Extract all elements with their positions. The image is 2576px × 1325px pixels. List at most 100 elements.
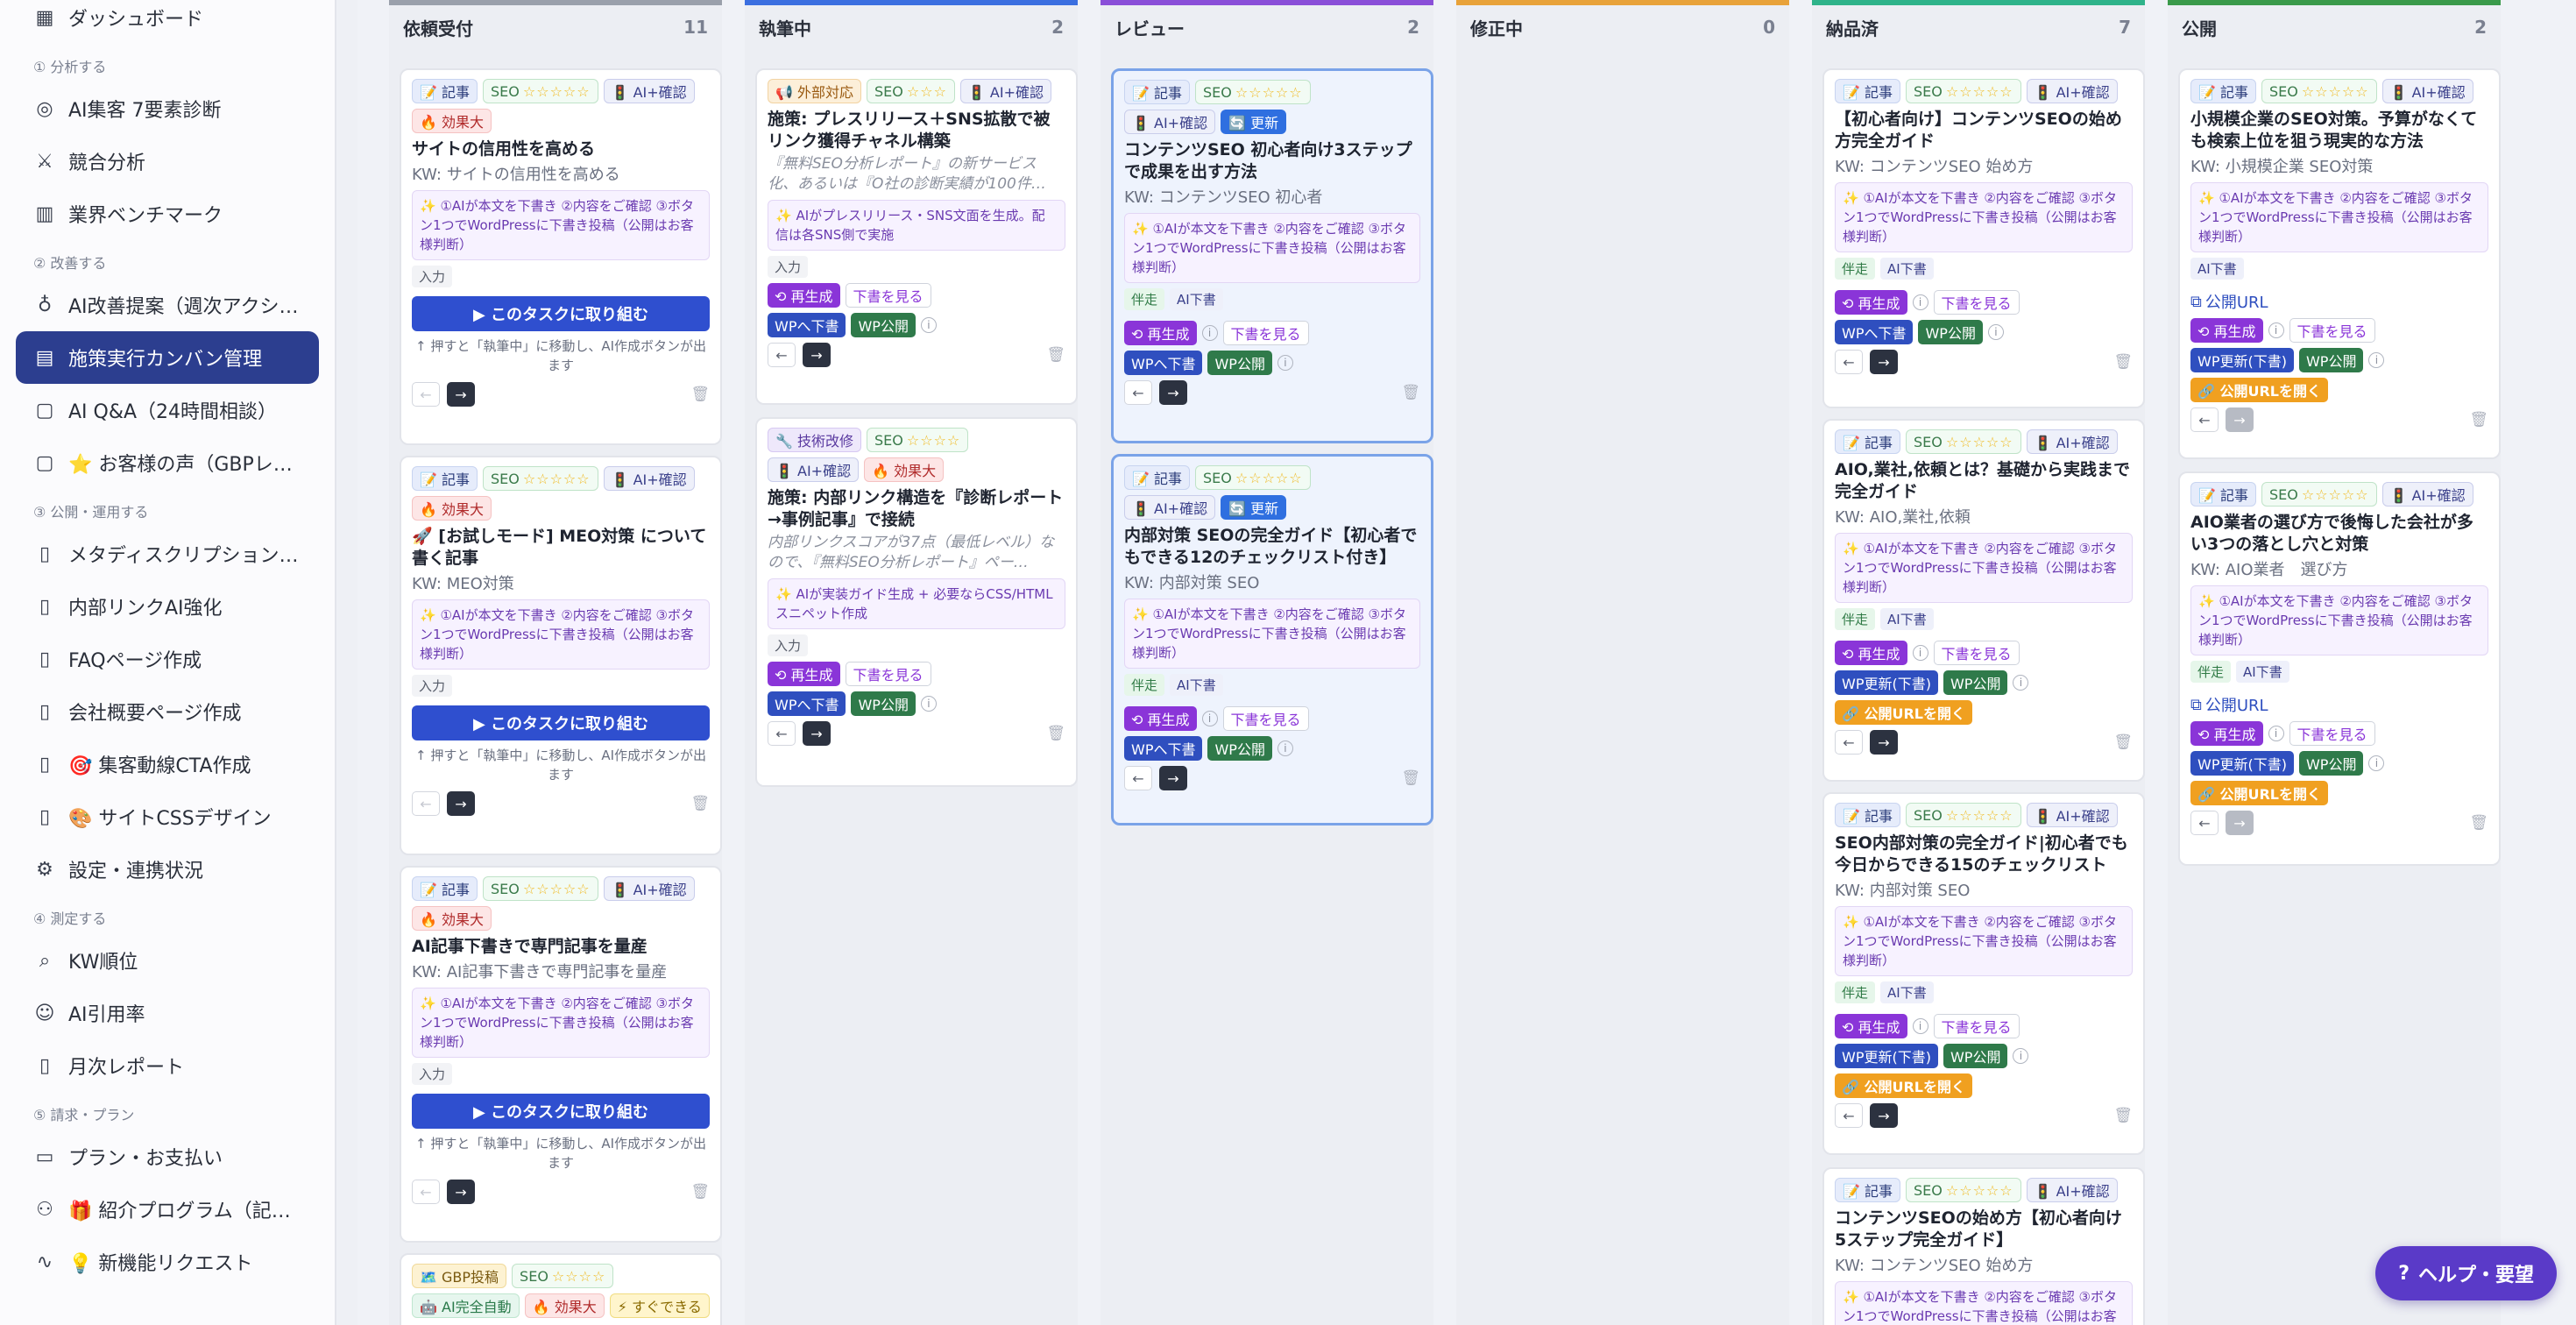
task-card[interactable]: 📝 記事 SEO ☆☆☆☆☆ 🚦 AI+確認 【初心者向け】コンテンツSEOの始め方完… [1822,68,2145,408]
wp-publish-button[interactable]: WP公開 [1207,351,1272,375]
trash-icon[interactable]: 🗑 [690,795,710,812]
trash-icon[interactable]: 🗑 [1046,725,1065,742]
move-left-button[interactable]: ← [768,343,796,367]
move-right-button[interactable]: → [447,791,475,816]
trash-icon[interactable]: 🗑 [2469,814,2488,832]
view-draft-button[interactable]: 下書を見る [1222,321,1309,345]
open-url-button[interactable]: 🔗 公開URLを開く [2190,781,2329,805]
move-right-button[interactable]: → [447,382,475,407]
trash-icon[interactable]: 🗑 [1401,384,1420,401]
regenerate-button[interactable]: ⟲ 再生成 [2190,318,2263,343]
wp-update-button[interactable]: WP更新(下書) [2190,751,2294,776]
trash-icon[interactable]: 🗑 [2113,733,2133,751]
wp-draft-button[interactable]: WPへ下書 [1124,736,1203,761]
view-draft-button[interactable]: 下書を見る [2289,318,2375,343]
sidebar-item-settings[interactable]: ⚙ 設定・連携状況 [16,843,319,896]
info-icon[interactable]: i [2013,675,2029,691]
sidebar-item-monthly-report[interactable]: ▯ 月次レポート [16,1039,319,1092]
info-icon[interactable]: i [1277,740,1293,756]
info-icon[interactable]: i [2013,1048,2029,1064]
sidebar-item-qa[interactable]: ▢ AI Q&A（24時間相談） [16,384,319,436]
wp-draft-button[interactable]: WPへ下書 [1835,320,1914,344]
wp-publish-button[interactable]: WP公開 [1943,670,2008,695]
regenerate-button[interactable]: ⟲ 再生成 [768,283,840,308]
task-card[interactable]: 📝 記事 SEO ☆☆☆☆☆ 🚦 AI+確認 AIO業者の選び方で後悔した会社が多い3… [2178,471,2501,866]
task-card[interactable]: 📝 記事 SEO ☆☆☆☆☆ 🚦 AI+確認 🔄 更新 内部対策 SEOの完全ガイド【… [1111,454,1433,825]
info-icon[interactable]: i [1201,325,1218,341]
info-icon[interactable]: i [2368,755,2385,771]
task-card[interactable]: 📢 外部対応 SEO ☆☆☆ 🚦 AI+確認 施策: プレスリリース＋SNS拡散で被リ… [755,68,1078,405]
sidebar-item-kw-rank[interactable]: ⌕ KW順位 [16,934,319,987]
move-right-button[interactable]: → [1159,766,1187,790]
sidebar-item-css[interactable]: ▯ 🎨 サイトCSSデザイン [16,790,319,843]
move-left-button[interactable]: ← [1124,766,1152,790]
sidebar-item-feature-request[interactable]: ∿ 💡 新機能リクエスト [16,1236,319,1288]
info-icon[interactable]: i [1201,711,1218,726]
move-right-button[interactable]: → [1870,350,1898,374]
sidebar-item-diagnosis[interactable]: ◎ AI集客 7要素診断 [16,82,319,135]
start-task-button[interactable]: ▶ このタスクに取り組む [412,296,710,331]
move-left-button[interactable]: ← [2190,407,2219,432]
info-icon[interactable]: i [2368,352,2385,368]
info-icon[interactable]: i [1912,645,1928,661]
sidebar-item-suggestions[interactable]: ♁ AI改善提案（週次アクショ… [16,279,319,331]
move-right-button[interactable]: → [803,343,831,367]
regenerate-button[interactable]: ⟲ 再生成 [1835,290,1907,315]
view-draft-button[interactable]: 下書を見る [1933,290,2020,315]
move-left-button[interactable]: ← [412,382,440,407]
move-right-button[interactable]: → [2226,811,2254,835]
sidebar-item-referral[interactable]: ⚇ 🎁 紹介プログラム（記事1… [16,1183,319,1236]
open-url-button[interactable]: 🔗 公開URLを開く [1835,1073,1973,1098]
task-card[interactable]: 🗺️ GBP投稿 SEO ☆☆☆☆ 🤖 AI完全自動 🔥 効果大 ⚡ すぐできる [400,1253,722,1325]
task-card[interactable]: 📝 記事 SEO ☆☆☆☆☆ 🚦 AI+確認 コンテンツSEOの始め方【初心者向け5ス… [1822,1167,2145,1325]
sidebar-item-competitor[interactable]: ⚔ 競合分析 [16,135,319,188]
open-url-button[interactable]: 🔗 公開URLを開く [2190,378,2329,402]
trash-icon[interactable]: 🗑 [2469,411,2488,429]
help-button[interactable]: ? ヘルプ・要望 [2375,1246,2557,1300]
sidebar-item-cta[interactable]: ▯ 🎯 集客動線CTA作成 [16,738,319,790]
move-left-button[interactable]: ← [2190,811,2219,835]
info-icon[interactable]: i [1912,1018,1928,1034]
sidebar-item-internal-link[interactable]: ▯ 内部リンクAI強化 [16,580,319,633]
trash-icon[interactable]: 🗑 [1046,346,1065,364]
wp-publish-button[interactable]: WP公開 [2298,751,2364,776]
move-left-button[interactable]: ← [412,1180,440,1204]
move-right-button[interactable]: → [803,721,831,746]
trash-icon[interactable]: 🗑 [690,1183,710,1201]
start-task-button[interactable]: ▶ このタスクに取り組む [412,1094,710,1129]
info-icon[interactable]: i [920,696,937,712]
view-draft-button[interactable]: 下書を見る [845,283,931,308]
regenerate-button[interactable]: ⟲ 再生成 [1835,641,1907,665]
move-right-button[interactable]: → [447,1180,475,1204]
info-icon[interactable]: i [1987,324,2004,340]
info-icon[interactable]: i [2268,322,2284,338]
move-left-button[interactable]: ← [1124,380,1152,405]
public-url-link[interactable]: ⧉ 公開URL [2190,290,2488,313]
move-left-button[interactable]: ← [768,721,796,746]
view-draft-button[interactable]: 下書を見る [2289,721,2375,746]
start-task-button[interactable]: ▶ このタスクに取り組む [412,705,710,740]
task-card[interactable]: 📝 記事 SEO ☆☆☆☆☆ 🚦 AI+確認 🔄 更新 コンテンツSEO 初心者向け3… [1111,68,1433,443]
trash-icon[interactable]: 🗑 [1401,769,1420,787]
view-draft-button[interactable]: 下書を見る [1222,706,1309,731]
regenerate-button[interactable]: ⟲ 再生成 [768,662,840,686]
move-right-button[interactable]: → [1870,1103,1898,1128]
sidebar-item-ai-citation[interactable]: ☺ AI引用率 [16,987,319,1039]
task-card[interactable]: 📝 記事 SEO ☆☆☆☆☆ 🚦 AI+確認 SEO内部対策の完全ガイド|初心者でも今… [1822,792,2145,1155]
sidebar-item-billing[interactable]: ▭ プラン・お支払い [16,1130,319,1183]
trash-icon[interactable]: 🗑 [2113,353,2133,371]
regenerate-button[interactable]: ⟲ 再生成 [2190,721,2263,746]
task-card[interactable]: 🔧 技術改修 SEO ☆☆☆☆ 🚦 AI+確認 🔥 効果大 施策: 内部リンク構造を『… [755,417,1078,787]
move-left-button[interactable]: ← [1835,350,1863,374]
open-url-button[interactable]: 🔗 公開URLを開く [1835,700,1973,725]
trash-icon[interactable]: 🗑 [690,386,710,403]
wp-update-button[interactable]: WP更新(下書) [2190,348,2294,372]
wp-publish-button[interactable]: WP公開 [1918,320,1983,344]
sidebar-item-meta[interactable]: ▯ メタディスクリプション最… [16,528,319,580]
regenerate-button[interactable]: ⟲ 再生成 [1835,1014,1907,1038]
wp-update-button[interactable]: WP更新(下書) [1835,1044,1938,1068]
task-card[interactable]: 📝 記事 SEO ☆☆☆☆☆ 🚦 AI+確認 🔥 効果大 AI記事下書きで専門記事を量… [400,866,722,1243]
regenerate-button[interactable]: ⟲ 再生成 [1124,706,1197,731]
wp-publish-button[interactable]: WP公開 [1943,1044,2008,1068]
info-icon[interactable]: i [1912,294,1928,310]
